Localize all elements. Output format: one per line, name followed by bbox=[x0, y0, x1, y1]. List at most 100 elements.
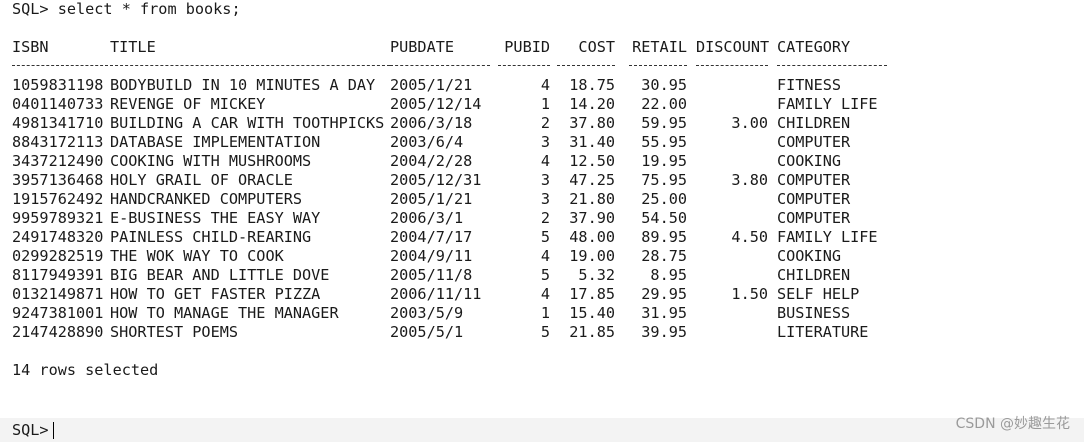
cell-category: COMPUTER bbox=[777, 171, 851, 189]
cell-title: THE WOK WAY TO COOK bbox=[110, 247, 284, 265]
column-header-row: ISBN TITLE PUBDATE PUBID COST RETAIL DIS… bbox=[12, 38, 1072, 57]
cell-category: SELF HELP bbox=[777, 285, 860, 303]
cell-title: HANDCRANKED COMPUTERS bbox=[110, 190, 303, 208]
cell-pubid: 5 bbox=[540, 228, 550, 246]
cell-retail: 55.95 bbox=[641, 133, 687, 151]
cell-retail: 59.95 bbox=[641, 114, 687, 132]
cell-pubdate: 2006/3/18 bbox=[390, 114, 473, 132]
watermark: CSDN @妙趣生花 bbox=[955, 416, 1070, 432]
cell-cost: 21.85 bbox=[569, 323, 615, 341]
cell-title: PAINLESS CHILD-REARING bbox=[110, 228, 312, 246]
column-header-pubid: PUBID bbox=[504, 38, 550, 56]
table-row: 4981341710 BUILDING A CAR WITH TOOTHPICKS… bbox=[12, 114, 1072, 133]
cell-isbn: 1915762492 bbox=[12, 190, 104, 208]
cell-isbn: 9959789321 bbox=[12, 209, 104, 227]
table-row: 2491748320 PAINLESS CHILD-REARING 2004/7/1… bbox=[12, 228, 1072, 247]
cell-category: CHILDREN bbox=[777, 266, 851, 284]
cell-retail: 31.95 bbox=[641, 304, 687, 322]
cell-pubdate: 2005/5/1 bbox=[390, 323, 464, 341]
cell-title: BIG BEAR AND LITTLE DOVE bbox=[110, 266, 330, 284]
cell-title: HOLY GRAIL OF ORACLE bbox=[110, 171, 293, 189]
table-row: 9247381001 HOW TO MANAGE THE MANAGER 2003/… bbox=[12, 304, 1072, 323]
cell-pubid: 3 bbox=[540, 190, 550, 208]
sql-prompt[interactable]: SQL> bbox=[12, 420, 54, 440]
rows-selected-message: 14 rows selected bbox=[12, 361, 159, 379]
cell-cost: 14.20 bbox=[569, 95, 615, 113]
table-row: 8117949391 BIG BEAR AND LITTLE DOVE 2005/1… bbox=[12, 266, 1072, 285]
table-row: 0132149871 HOW TO GET FASTER PIZZA 2006/11… bbox=[12, 285, 1072, 304]
column-header-cost: COST bbox=[578, 38, 615, 56]
cell-category: COMPUTER bbox=[777, 209, 851, 227]
cell-pubdate: 2003/6/4 bbox=[390, 133, 464, 151]
prompt-label: SQL> bbox=[12, 421, 49, 439]
column-header-pubdate: PUBDATE bbox=[390, 38, 455, 56]
command-line: SQL> select * from books; bbox=[12, 0, 241, 18]
cell-category: COOKING bbox=[777, 247, 842, 265]
cell-cost: 37.90 bbox=[569, 209, 615, 227]
separator-discount bbox=[696, 65, 768, 66]
cell-pubid: 2 bbox=[540, 114, 550, 132]
cell-pubid: 5 bbox=[540, 323, 550, 341]
separator-retail bbox=[629, 65, 687, 66]
table-row: 8843172113 DATABASE IMPLEMENTATION 2003/6/… bbox=[12, 133, 1072, 152]
cell-title: BODYBUILD IN 10 MINUTES A DAY bbox=[110, 76, 376, 94]
table-row: 0401140733 REVENGE OF MICKEY 2005/12/14 1 14… bbox=[12, 95, 1072, 114]
cell-isbn: 3437212490 bbox=[12, 152, 104, 170]
cell-category: FAMILY LIFE bbox=[777, 228, 878, 246]
cell-pubdate: 2005/12/14 bbox=[390, 95, 482, 113]
cell-pubid: 4 bbox=[540, 247, 550, 265]
cell-isbn: 9247381001 bbox=[12, 304, 104, 322]
cell-pubdate: 2003/5/9 bbox=[390, 304, 464, 322]
column-header-retail: RETAIL bbox=[632, 38, 687, 56]
cell-title: SHORTEST POEMS bbox=[110, 323, 239, 341]
separator-pubdate bbox=[390, 65, 490, 66]
cell-retail: 89.95 bbox=[641, 228, 687, 246]
cell-pubdate: 2005/1/21 bbox=[390, 190, 473, 208]
cell-cost: 48.00 bbox=[569, 228, 615, 246]
cell-discount: 4.50 bbox=[731, 228, 768, 246]
table-row: 9959789321 E-BUSINESS THE EASY WAY 2006/3/… bbox=[12, 209, 1072, 228]
cell-category: LITERATURE bbox=[777, 323, 869, 341]
cell-title: E-BUSINESS THE EASY WAY bbox=[110, 209, 321, 227]
cell-pubid: 3 bbox=[540, 133, 550, 151]
table-row: 1059831198 BODYBUILD IN 10 MINUTES A DAY 2… bbox=[12, 76, 1072, 95]
cell-category: COMPUTER bbox=[777, 190, 851, 208]
cell-pubdate: 2006/3/1 bbox=[390, 209, 464, 227]
cell-pubid: 2 bbox=[540, 209, 550, 227]
table-row: 3437212490 COOKING WITH MUSHROOMS 2004/2/2… bbox=[12, 152, 1072, 171]
cell-discount: 1.50 bbox=[731, 285, 768, 303]
cell-pubdate: 2006/11/11 bbox=[390, 285, 482, 303]
separator-cost bbox=[557, 65, 615, 66]
cell-retail: 8.95 bbox=[650, 266, 687, 284]
table-row: 0299282519 THE WOK WAY TO COOK 2004/9/11 4 1… bbox=[12, 247, 1072, 266]
cell-isbn: 2491748320 bbox=[12, 228, 104, 246]
cell-pubdate: 2005/11/8 bbox=[390, 266, 473, 284]
cell-cost: 47.25 bbox=[569, 171, 615, 189]
cell-category: CHILDREN bbox=[777, 114, 851, 132]
separator-title bbox=[110, 65, 390, 66]
cell-cost: 15.40 bbox=[569, 304, 615, 322]
cell-isbn: 3957136468 bbox=[12, 171, 104, 189]
cell-cost: 19.00 bbox=[569, 247, 615, 265]
cell-pubid: 5 bbox=[540, 266, 550, 284]
cell-pubid: 4 bbox=[540, 76, 550, 94]
cell-retail: 25.00 bbox=[641, 190, 687, 208]
cell-pubid: 1 bbox=[540, 95, 550, 113]
cell-isbn: 8117949391 bbox=[12, 266, 104, 284]
cell-cost: 31.40 bbox=[569, 133, 615, 151]
cell-cost: 37.80 bbox=[569, 114, 615, 132]
command-input-bar[interactable]: SQL> bbox=[0, 418, 1084, 442]
cell-category: FAMILY LIFE bbox=[777, 95, 878, 113]
cell-title: REVENGE OF MICKEY bbox=[110, 95, 266, 113]
table-row: 2147428890 SHORTEST POEMS 2005/5/1 5 21.85 39… bbox=[12, 323, 1072, 342]
cell-pubdate: 2004/7/17 bbox=[390, 228, 473, 246]
cell-cost: 12.50 bbox=[569, 152, 615, 170]
cell-pubid: 4 bbox=[540, 152, 550, 170]
cell-discount: 3.80 bbox=[731, 171, 768, 189]
cell-pubdate: 2005/1/21 bbox=[390, 76, 473, 94]
cell-discount: 3.00 bbox=[731, 114, 768, 132]
cell-title: BUILDING A CAR WITH TOOTHPICKS bbox=[110, 114, 385, 132]
cell-retail: 39.95 bbox=[641, 323, 687, 341]
text-cursor bbox=[52, 422, 54, 439]
separator-category bbox=[777, 65, 887, 66]
